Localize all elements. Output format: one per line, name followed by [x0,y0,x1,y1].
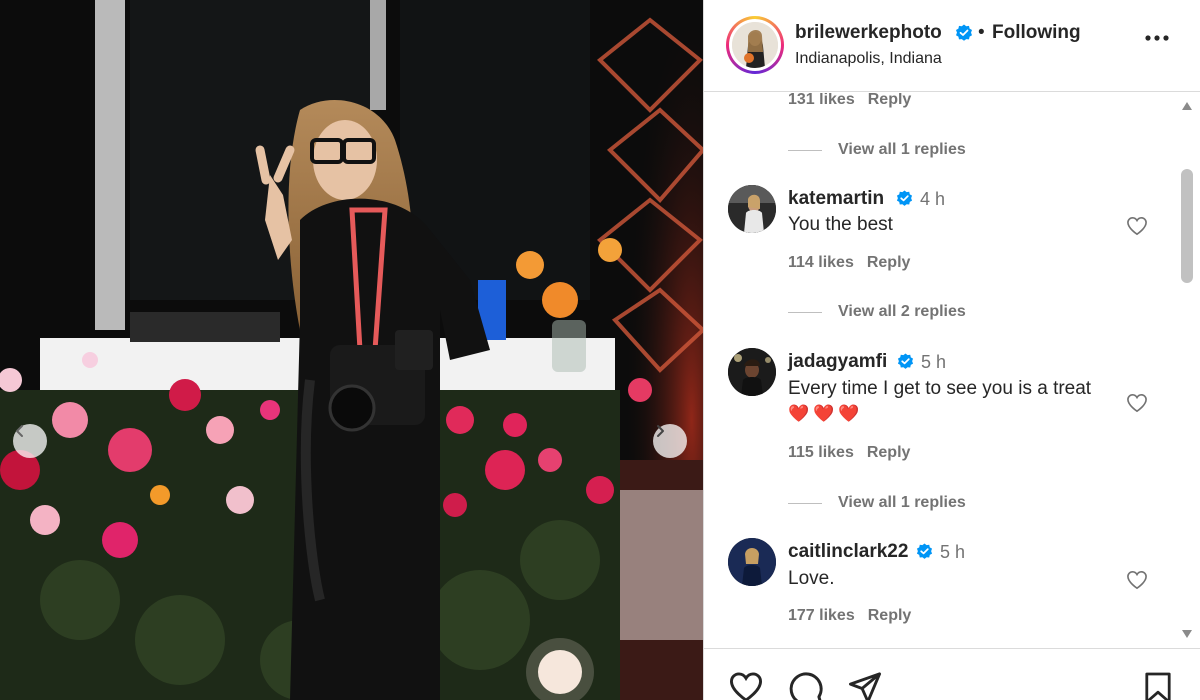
comment-username[interactable]: katemartin [788,188,884,210]
view-replies-button[interactable]: View all 1 replies [788,141,966,159]
view-replies-button[interactable]: View all 2 replies [788,303,966,321]
following-button[interactable]: Following [992,22,1081,44]
comment-likes[interactable]: 131 likes [788,93,855,108]
reply-button[interactable]: Reply [867,444,911,461]
reply-button[interactable]: Reply [867,254,911,271]
post-header: brilewerkephoto • Following Indianapolis… [704,0,1200,92]
comment-text: Every time I get to see you is a treat [788,378,1092,399]
post-location[interactable]: Indianapolis, Indiana [795,50,942,68]
carousel-next-button[interactable] [653,424,687,458]
comment-meta: 115 likes Reply [788,444,910,462]
comment-meta: 114 likes Reply [788,254,910,272]
comment-likes[interactable]: 177 likes [788,607,855,624]
verified-badge-icon [896,190,913,206]
heart-icon[interactable] [728,671,764,700]
heart-icon[interactable] [1126,570,1148,590]
comments-list: 131 likes Reply View all 1 replies katema… [704,93,1200,648]
comment-text: Love. [788,568,835,589]
share-icon[interactable] [847,671,883,700]
bookmark-icon[interactable] [1144,671,1172,700]
avatar [732,22,778,68]
reply-button[interactable]: Reply [868,607,912,624]
scroll-up-arrow-icon[interactable] [1181,101,1193,111]
comment-meta: 131 likes Reply [788,93,911,109]
heart-icon[interactable] [1126,393,1148,413]
comment-emoji: ❤️❤️❤️ [788,404,864,423]
chevron-left-icon [16,425,23,437]
comment-text: You the best [788,214,893,235]
verified-badge-icon [916,543,933,559]
comment-timestamp[interactable]: 4 h [920,189,945,210]
replies-divider [788,311,822,313]
story-ring[interactable] [726,16,784,74]
scroll-down-arrow-icon[interactable] [1181,629,1193,639]
carousel-prev-button[interactable] [13,424,47,458]
chevron-right-icon [657,425,664,437]
commenter-avatar[interactable] [728,348,776,396]
post-action-bar [704,648,1200,700]
comment-likes[interactable]: 115 likes [788,444,854,461]
comment-timestamp[interactable]: 5 h [921,352,946,373]
commenter-avatar[interactable] [728,185,776,233]
post-photo[interactable] [0,0,703,700]
header-separator: • [978,22,985,43]
heart-icon[interactable] [1126,216,1148,236]
view-replies-button[interactable]: View all 1 replies [788,494,966,512]
verified-badge-icon [897,353,914,369]
comment-meta: 177 likes Reply [788,607,911,625]
comment-likes[interactable]: 114 likes [788,254,854,271]
comment-timestamp[interactable]: 5 h [940,542,965,563]
comment-icon[interactable] [788,671,824,700]
replies-divider [788,149,822,151]
comments-scrollbar[interactable] [1176,93,1198,648]
post-author-username[interactable]: brilewerkephoto [795,22,942,44]
replies-divider [788,502,822,504]
verified-badge-icon [956,24,972,41]
reply-button[interactable]: Reply [868,93,912,108]
scrollbar-thumb[interactable] [1181,169,1193,283]
post-side-panel: brilewerkephoto • Following Indianapolis… [703,0,1200,700]
commenter-avatar[interactable] [728,538,776,586]
more-options-icon[interactable] [1144,34,1170,42]
comment-username[interactable]: caitlinclark22 [788,541,908,563]
comment-username[interactable]: jadagyamfi [788,351,887,373]
photo-illustration [0,0,703,700]
